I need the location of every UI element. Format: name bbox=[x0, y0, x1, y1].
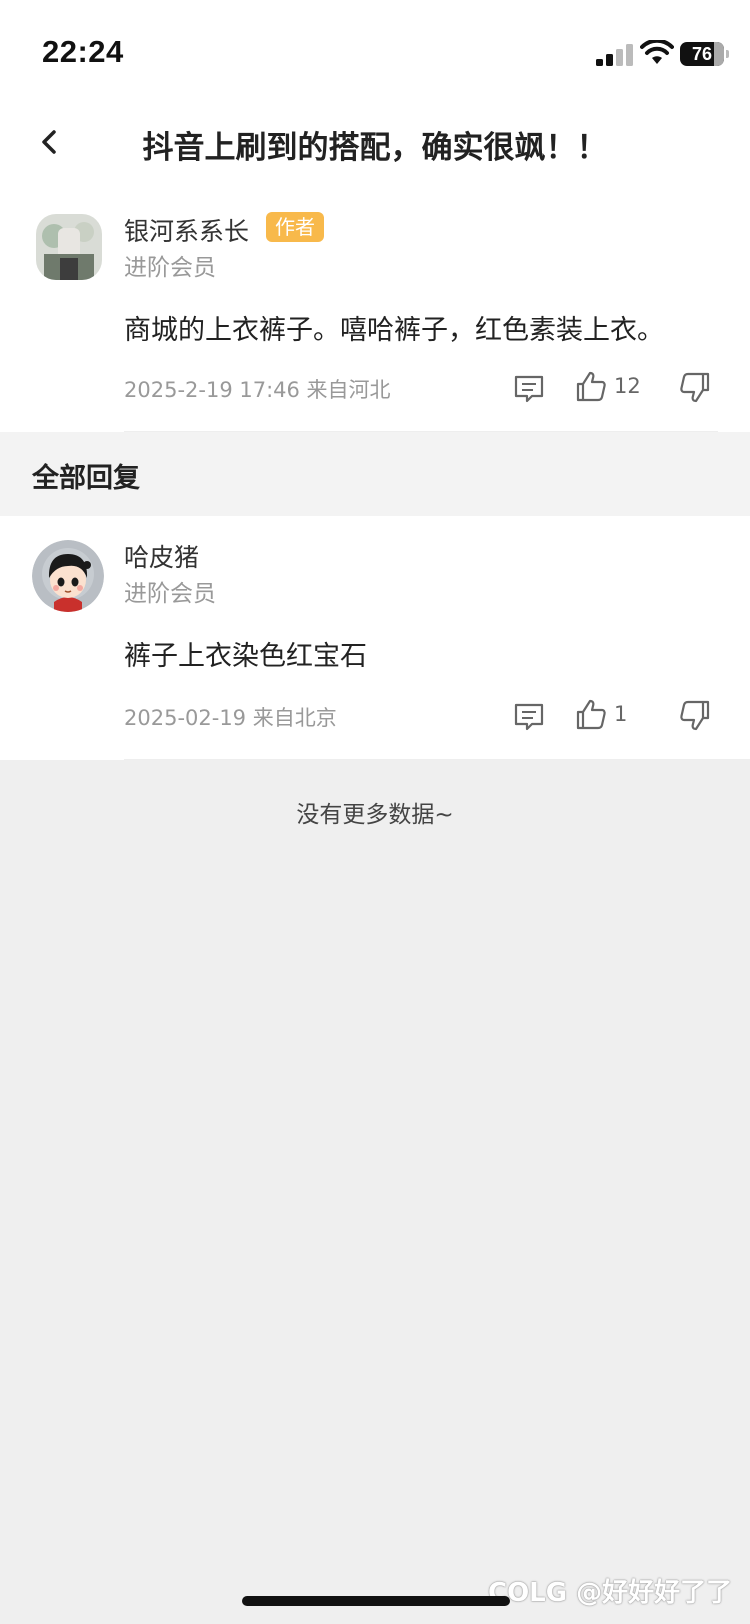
reply-author-name[interactable]: 哈皮猪 bbox=[124, 538, 199, 574]
divider bbox=[124, 759, 750, 760]
status-time: 22:24 bbox=[42, 34, 124, 69]
watermark: COLG @好好好了了 bbox=[488, 1578, 733, 1608]
battery-indicator: 76 bbox=[680, 42, 729, 66]
original-post: 银河系系长 作者 进阶会员 商城的上衣裤子。嘻哈裤子，红色素装上衣。 2025-… bbox=[0, 190, 750, 432]
nav-bar: 抖音上刷到的搭配，确实很飒！！ bbox=[0, 100, 750, 190]
section-title: 全部回复 bbox=[32, 463, 140, 494]
member-level: 进阶会员 bbox=[124, 581, 216, 607]
signal-icon bbox=[596, 44, 633, 66]
home-indicator bbox=[242, 1596, 510, 1606]
like-count: 1 bbox=[614, 702, 628, 726]
author-badge: 作者 bbox=[266, 212, 324, 242]
comment-icon[interactable] bbox=[512, 700, 546, 734]
reply-content: 裤子上衣染色红宝石 bbox=[124, 641, 367, 672]
page-title: 抖音上刷到的搭配，确实很飒！！ bbox=[142, 130, 608, 166]
like-icon[interactable] bbox=[574, 698, 608, 732]
post-content: 商城的上衣裤子。嘻哈裤子，红色素装上衣。 bbox=[124, 315, 664, 346]
replies-section-header: 全部回复 bbox=[0, 432, 750, 516]
avatar[interactable] bbox=[32, 540, 104, 612]
reply-meta: 2025-02-19 来自北京 bbox=[124, 706, 337, 730]
like-icon[interactable] bbox=[574, 370, 608, 404]
status-bar: 22:24 76 bbox=[0, 0, 750, 100]
no-more-data-text: 没有更多数据~ bbox=[296, 802, 454, 828]
dislike-icon[interactable] bbox=[678, 698, 712, 732]
member-level: 进阶会员 bbox=[124, 255, 216, 281]
avatar[interactable] bbox=[36, 214, 102, 280]
dislike-icon[interactable] bbox=[678, 370, 712, 404]
reply-item: 哈皮猪 进阶会员 裤子上衣染色红宝石 2025-02-19 来自北京 1 bbox=[0, 516, 750, 760]
post-meta: 2025-2-19 17:46 来自河北 bbox=[124, 378, 391, 402]
comment-icon[interactable] bbox=[512, 372, 546, 406]
author-name[interactable]: 银河系系长 bbox=[124, 212, 249, 248]
wifi-icon bbox=[640, 40, 674, 64]
like-count: 12 bbox=[614, 374, 641, 398]
